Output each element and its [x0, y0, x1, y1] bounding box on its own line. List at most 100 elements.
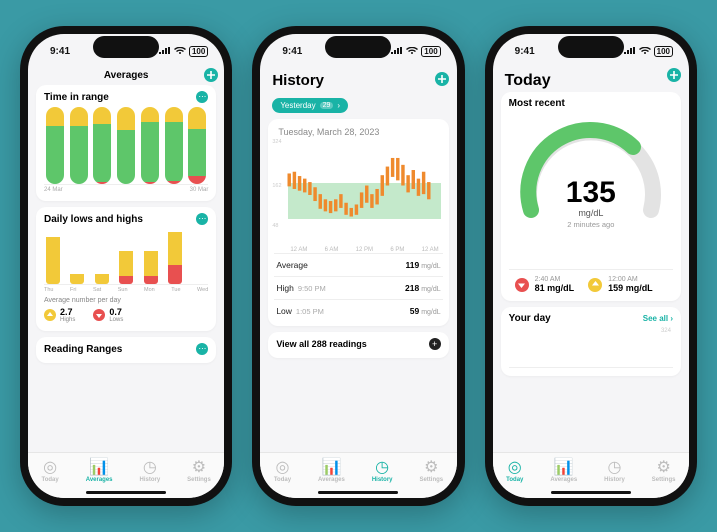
chip-badge: 29: [320, 102, 334, 109]
notch: [325, 36, 391, 58]
gear-icon: ⚙: [656, 459, 672, 475]
clock-icon: ◷: [606, 459, 622, 475]
notch: [558, 36, 624, 58]
add-button[interactable]: [204, 68, 218, 82]
stat-low: Low1:05 PM 59mg/dL: [274, 299, 442, 322]
phone-history: 9:41 100 History Yesterday 29 › Tuesday,…: [252, 26, 464, 506]
dl-footer: Average number per day: [44, 297, 208, 304]
tab-averages[interactable]: 📊Averages: [318, 459, 345, 483]
chevron-right-icon: ›: [337, 101, 340, 110]
your-day-card: Your day See all › 324: [501, 307, 681, 376]
stat-high: High9:50 PM 218mg/dL: [274, 276, 442, 299]
your-day-chart: 324: [509, 328, 673, 368]
x-tick: 12 AM: [290, 247, 307, 253]
home-indicator[interactable]: [318, 491, 398, 494]
home-indicator[interactable]: [551, 491, 631, 494]
dl-day: Tue: [171, 287, 180, 293]
wifi-icon: [639, 47, 651, 55]
battery-icon: 100: [189, 46, 208, 57]
tab-today[interactable]: ◎Today: [506, 459, 523, 483]
tab-averages[interactable]: 📊Averages: [86, 459, 113, 483]
dl-day: Sat: [93, 287, 101, 293]
add-button[interactable]: [435, 72, 449, 86]
down-arrow-icon: [515, 278, 529, 292]
history-chart-card: Tuesday, March 28, 2023 324 162 48: [268, 119, 448, 326]
tab-settings[interactable]: ⚙Settings: [419, 459, 443, 483]
add-button[interactable]: [667, 68, 681, 82]
x-tick: 12 PM: [356, 247, 373, 253]
lows-stat: 0.7Lows: [93, 307, 123, 323]
most-recent-card: Most recent 135 mg/dL 2 minutes ago 2:40…: [501, 92, 681, 301]
status-icons: 100: [391, 46, 440, 57]
clock-icon: ◷: [374, 459, 390, 475]
see-all-button[interactable]: See all ›: [643, 314, 673, 323]
tir-title: Time in range: [44, 92, 109, 103]
reading-ranges-card[interactable]: Reading Ranges ⋯: [36, 337, 216, 363]
tab-settings[interactable]: ⚙Settings: [187, 459, 211, 483]
your-day-title: Your day: [509, 313, 551, 324]
phone-averages: 9:41 100 Averages Time in range ⋯: [20, 26, 232, 506]
signal-icon: [391, 47, 403, 55]
dl-chart: [44, 229, 208, 285]
clock: 9:41: [515, 46, 535, 57]
tab-today[interactable]: ◎Today: [274, 459, 291, 483]
clock: 9:41: [50, 46, 70, 57]
down-arrow-icon: [93, 309, 105, 321]
rr-more-button[interactable]: ⋯: [196, 343, 208, 355]
dl-day: Sun: [118, 287, 128, 293]
x-tick: 6 PM: [390, 247, 404, 253]
today-title: Today: [501, 68, 681, 92]
signal-icon: [159, 47, 171, 55]
gear-icon: ⚙: [423, 459, 439, 475]
today-low: 2:40 AM81 mg/dL: [515, 276, 575, 293]
tab-history[interactable]: ◷History: [139, 459, 160, 483]
x-tick: 6 AM: [325, 247, 339, 253]
dl-title: Daily lows and highs: [44, 214, 143, 225]
up-arrow-icon: [44, 309, 56, 321]
signal-icon: [624, 47, 636, 55]
today-high: 12:00 AM159 mg/dL: [588, 276, 653, 293]
plus-icon: +: [429, 338, 441, 350]
wifi-icon: [174, 47, 186, 55]
tab-history[interactable]: ◷History: [604, 459, 625, 483]
battery-icon: 100: [421, 46, 440, 57]
tab-history[interactable]: ◷History: [372, 459, 393, 483]
chart-icon: 📊: [91, 459, 107, 475]
tir-more-button[interactable]: ⋯: [196, 91, 208, 103]
clock: 9:41: [282, 46, 302, 57]
dl-day: Thu: [44, 287, 53, 293]
chart-icon: 📊: [323, 459, 339, 475]
daily-lows-highs-card: Daily lows and highs ⋯ Thu Fri Sat Su: [36, 207, 216, 331]
battery-icon: 100: [654, 46, 673, 57]
dl-day: Mon: [144, 287, 155, 293]
dl-more-button[interactable]: ⋯: [196, 213, 208, 225]
tir-x-start: 24 Mar: [44, 187, 63, 193]
sun-icon: ◎: [42, 459, 58, 475]
tab-settings[interactable]: ⚙Settings: [652, 459, 676, 483]
gear-icon: ⚙: [191, 459, 207, 475]
nav-bar: Averages: [28, 68, 224, 85]
history-chart: 324 162 48: [272, 139, 444, 247]
view-all-readings-button[interactable]: View all 288 readings +: [268, 332, 448, 358]
chart-icon: 📊: [556, 459, 572, 475]
notch: [93, 36, 159, 58]
nav-title: Averages: [104, 70, 149, 81]
status-icons: 100: [159, 46, 208, 57]
tab-today[interactable]: ◎Today: [41, 459, 58, 483]
tir-x-end: 30 Mar: [190, 187, 209, 193]
wifi-icon: [406, 47, 418, 55]
history-date: Tuesday, March 28, 2023: [274, 125, 442, 139]
status-icons: 100: [624, 46, 673, 57]
up-arrow-icon: [588, 278, 602, 292]
glucose-gauge: 135 mg/dL 2 minutes ago: [509, 111, 673, 269]
time-in-range-card: Time in range ⋯ 24 Mar 30 Mar: [36, 85, 216, 201]
most-recent-heading: Most recent: [509, 98, 673, 111]
rr-title: Reading Ranges: [44, 344, 122, 355]
y-tick: 324: [661, 328, 671, 334]
sun-icon: ◎: [507, 459, 523, 475]
dl-day: Wed: [197, 287, 208, 293]
stat-average: Average 119mg/dL: [274, 253, 442, 276]
home-indicator[interactable]: [86, 491, 166, 494]
tab-averages[interactable]: 📊Averages: [550, 459, 577, 483]
date-filter-chip[interactable]: Yesterday 29 ›: [272, 98, 348, 113]
